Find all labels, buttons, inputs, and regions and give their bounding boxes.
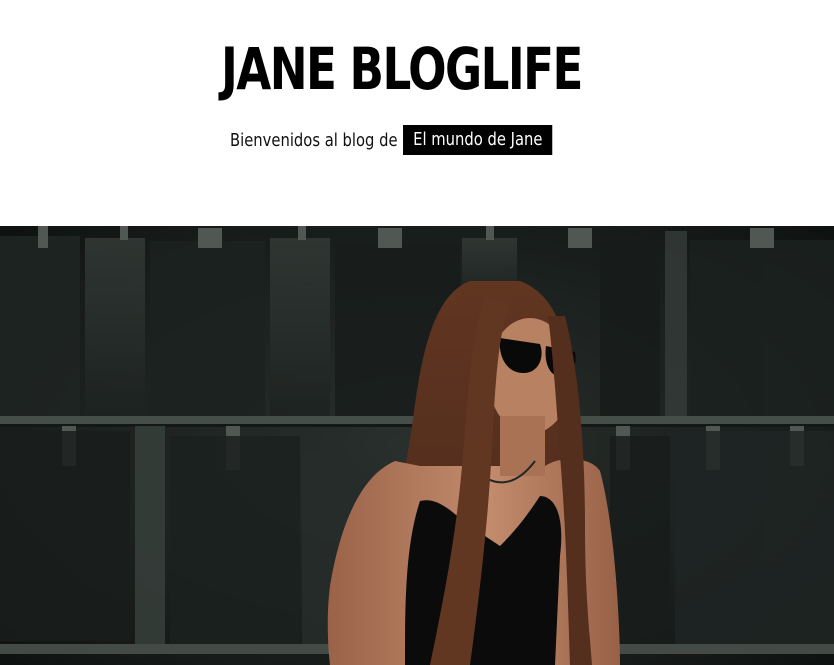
hero-image: [0, 226, 834, 665]
site-title[interactable]: JANE BLOGLIFE: [221, 33, 583, 105]
site-header: JANE BLOGLIFE Bienvenidos al blog de El …: [0, 0, 834, 226]
site-tagline: Bienvenidos al blog de El mundo de Jane: [230, 125, 553, 155]
hero-photo-illustration: [0, 226, 834, 665]
page: JANE BLOGLIFE Bienvenidos al blog de El …: [0, 0, 834, 665]
tagline-prefix: Bienvenidos al blog de: [230, 129, 398, 151]
tagline-highlight: El mundo de Jane: [403, 125, 553, 155]
